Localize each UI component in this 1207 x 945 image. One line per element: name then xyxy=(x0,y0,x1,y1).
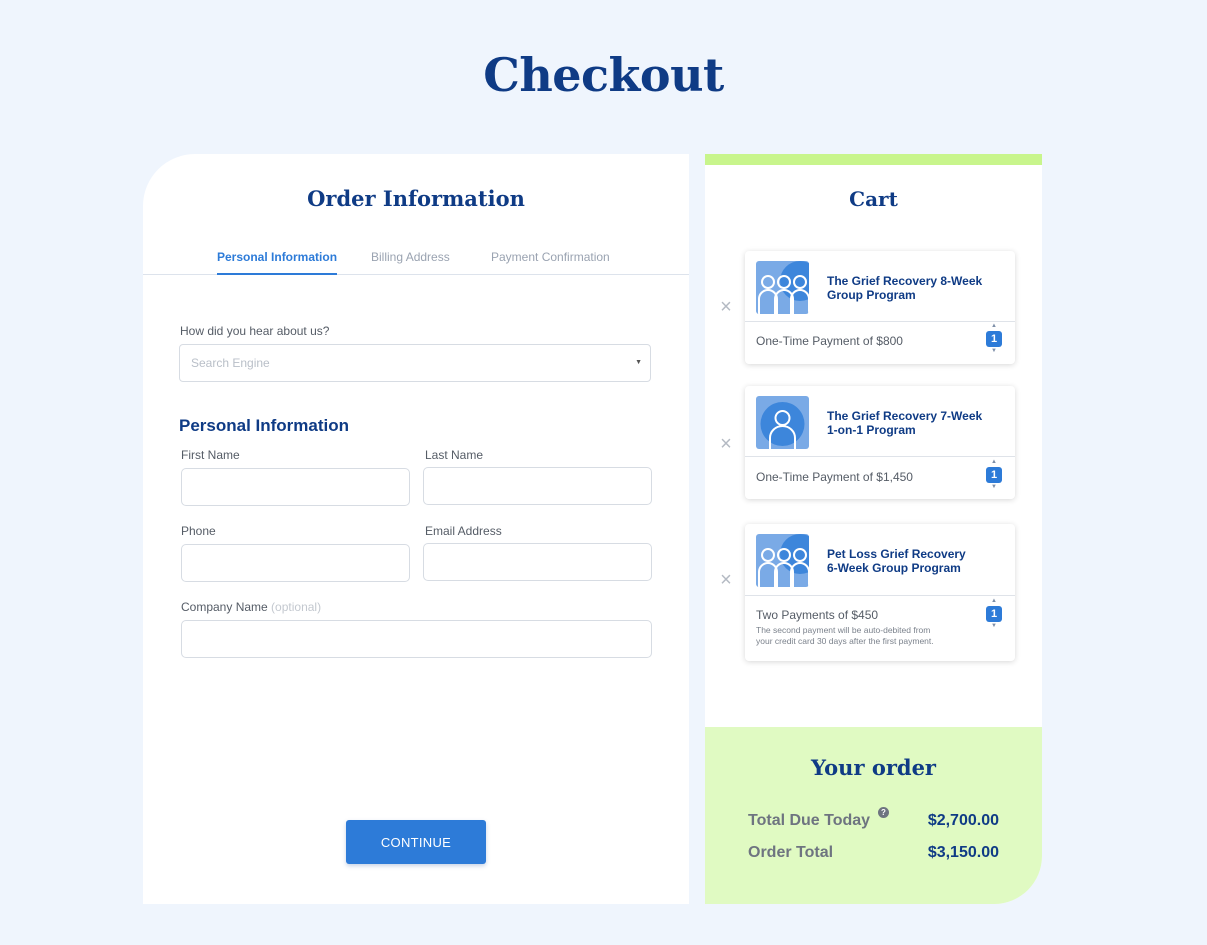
quantity-up-icon[interactable]: ▲ xyxy=(986,323,1002,330)
cart-panel: Cart × The Grief Recovery 8-Week Group P… xyxy=(705,154,1042,904)
tab-personal-information[interactable]: Personal Information xyxy=(217,250,338,275)
cart-item-3: Pet Loss Grief Recovery 6-Week Group Pro… xyxy=(745,524,1015,661)
order-summary: Your order Total Due Today ? $2,700.00 O… xyxy=(705,727,1042,904)
quantity-down-icon[interactable]: ▼ xyxy=(986,623,1002,630)
remove-item-3-icon[interactable]: × xyxy=(717,570,735,590)
checkout-steps-tabs: Personal Information Billing Address Pay… xyxy=(143,250,689,275)
cart-accent-bar xyxy=(705,154,1042,165)
company-name-field[interactable] xyxy=(181,620,652,658)
quantity-up-icon[interactable]: ▲ xyxy=(986,598,1002,605)
order-total-value: $3,150.00 xyxy=(927,844,999,861)
last-name-field[interactable] xyxy=(423,467,652,505)
quantity-stepper[interactable]: ▲ 1 ▼ xyxy=(986,598,1002,630)
referral-select[interactable]: Search Engine ▼ xyxy=(179,344,651,382)
quantity-stepper[interactable]: ▲ 1 ▼ xyxy=(986,459,1002,491)
cart-item-2-name: The Grief Recovery 7-Week 1-on-1 Program xyxy=(827,409,983,437)
group-icon xyxy=(756,261,809,314)
quantity-value: 1 xyxy=(986,331,1002,347)
cart-item-3-payment: Two Payments of $450 xyxy=(756,608,879,622)
divider xyxy=(745,321,1015,322)
cart-item-2-payment: One-Time Payment of $1,450 xyxy=(756,470,913,484)
company-name-label-text: Company Name xyxy=(181,600,268,614)
quantity-down-icon[interactable]: ▼ xyxy=(986,348,1002,355)
cart-item-2: The Grief Recovery 7-Week 1-on-1 Program… xyxy=(745,386,1015,499)
dropdown-caret-icon: ▼ xyxy=(635,359,642,366)
tab-billing-address[interactable]: Billing Address xyxy=(371,250,450,275)
total-due-today-value: $2,700.00 xyxy=(927,812,999,829)
quantity-stepper[interactable]: ▲ 1 ▼ xyxy=(986,323,1002,355)
page-title: Checkout xyxy=(483,48,724,102)
remove-item-2-icon[interactable]: × xyxy=(717,434,735,454)
quantity-down-icon[interactable]: ▼ xyxy=(986,484,1002,491)
first-name-label: First Name xyxy=(181,448,240,462)
last-name-label: Last Name xyxy=(425,448,484,462)
total-due-today-label: Total Due Today xyxy=(748,812,871,829)
cart-title: Cart xyxy=(849,187,898,211)
group-icon xyxy=(756,534,809,587)
cart-item-1: The Grief Recovery 8-Week Group Program … xyxy=(745,251,1015,364)
cart-item-3-payment-note: The second payment will be auto-debited … xyxy=(756,625,934,646)
phone-label: Phone xyxy=(181,524,216,538)
email-field[interactable] xyxy=(423,543,652,581)
first-name-field[interactable] xyxy=(181,468,410,506)
continue-button[interactable]: CONTINUE xyxy=(346,820,486,864)
optional-hint: (optional) xyxy=(271,600,322,614)
quantity-up-icon[interactable]: ▲ xyxy=(986,459,1002,466)
remove-item-1-icon[interactable]: × xyxy=(717,297,735,317)
cart-item-3-name: Pet Loss Grief Recovery 6-Week Group Pro… xyxy=(827,547,966,575)
quantity-value: 1 xyxy=(986,467,1002,483)
email-label: Email Address xyxy=(425,524,502,538)
quantity-value: 1 xyxy=(986,606,1002,622)
cart-item-1-payment: One-Time Payment of $800 xyxy=(756,334,903,348)
company-name-label: Company Name (optional) xyxy=(181,600,321,614)
order-total-label: Order Total xyxy=(748,844,834,861)
divider xyxy=(745,456,1015,457)
referral-label: How did you hear about us? xyxy=(180,324,330,338)
cart-item-1-name: The Grief Recovery 8-Week Group Program xyxy=(827,274,983,302)
referral-select-value: Search Engine xyxy=(191,356,270,370)
tab-payment-confirmation[interactable]: Payment Confirmation xyxy=(491,250,610,275)
divider xyxy=(745,595,1015,596)
order-summary-title: Your order xyxy=(811,755,936,780)
person-icon xyxy=(756,396,809,449)
phone-field[interactable] xyxy=(181,544,410,582)
personal-information-heading: Personal Information xyxy=(179,416,350,435)
order-information-title: Order Information xyxy=(307,186,525,211)
help-icon[interactable]: ? xyxy=(878,807,889,818)
order-information-panel: Order Information Personal Information B… xyxy=(143,154,689,904)
